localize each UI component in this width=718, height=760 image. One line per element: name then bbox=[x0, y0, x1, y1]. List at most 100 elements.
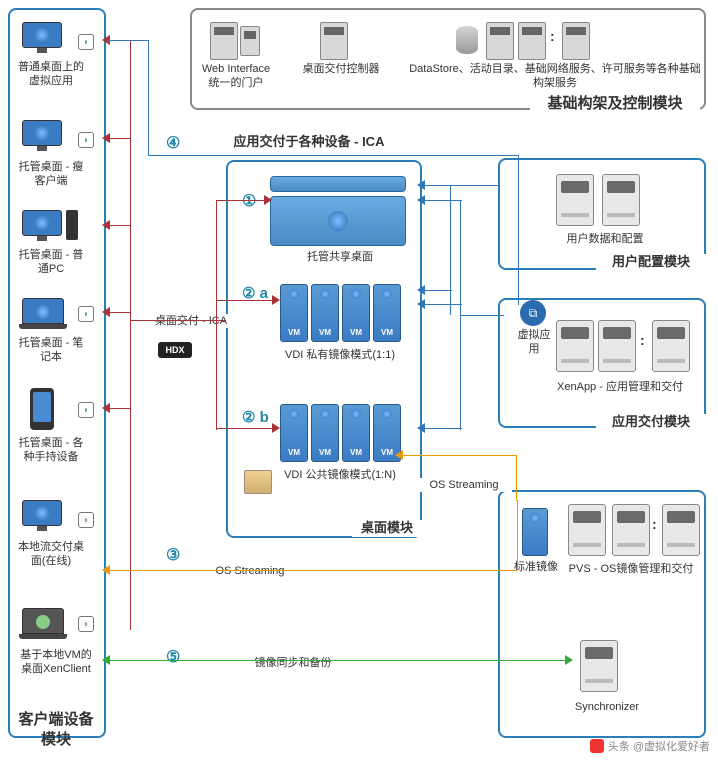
line bbox=[107, 138, 130, 139]
line bbox=[516, 455, 517, 501]
line bbox=[518, 155, 519, 305]
xenapp-label: XenApp - 应用管理和交付 bbox=[540, 380, 700, 394]
line bbox=[216, 428, 274, 429]
arrow-icon bbox=[97, 565, 110, 575]
line bbox=[216, 300, 274, 301]
client-item-3 bbox=[22, 298, 64, 324]
package-icon bbox=[244, 470, 272, 494]
arrow-icon bbox=[97, 307, 110, 317]
desktop-ica-label: 桌面交付 - ICA bbox=[136, 314, 246, 328]
client-item-5 bbox=[22, 500, 62, 526]
line bbox=[107, 312, 130, 313]
num-4: ④ bbox=[166, 134, 180, 155]
wifi-icon: ◗ bbox=[78, 34, 94, 50]
wifi-icon: ◗ bbox=[78, 402, 94, 418]
sync-label: Synchronizer bbox=[552, 700, 662, 714]
client-label-2: 托管桌面 - 普通PC bbox=[16, 248, 86, 277]
pvs-label: PVS - OS镜像管理和交付 bbox=[556, 562, 706, 576]
arrow-icon bbox=[390, 450, 403, 460]
user-cfg-label: 用户数据和配置 bbox=[550, 232, 660, 246]
ellipsis: : bbox=[652, 516, 657, 532]
client-label-1: 托管桌面 - 瘦客户端 bbox=[16, 160, 86, 189]
server-icon bbox=[598, 320, 636, 372]
hosted-label: 托管共享桌面 bbox=[290, 250, 390, 264]
vdi-public-label: VDI 公共镜像模式(1:N) bbox=[280, 468, 400, 482]
virt-app-label: 虚拟应用 bbox=[514, 328, 554, 357]
vdi-private-rack: VM VM VM VM bbox=[280, 284, 401, 342]
client-label-4: 托管桌面 - 各种手持设备 bbox=[16, 436, 86, 465]
vdi-public-rack: VM VM VM VM bbox=[280, 404, 401, 462]
line bbox=[107, 408, 130, 409]
server-icon bbox=[612, 504, 650, 556]
line bbox=[450, 185, 451, 315]
line bbox=[148, 155, 518, 156]
line bbox=[422, 304, 462, 305]
client-title: 客户端设备模块 bbox=[16, 710, 96, 749]
infra-label-2: DataStore、活动目录、基础网络服务、许可服务等各种基础构架服务 bbox=[408, 62, 702, 91]
arrow-icon bbox=[565, 655, 578, 665]
infra-srv-2 bbox=[518, 22, 546, 60]
line bbox=[107, 225, 130, 226]
server-icon bbox=[556, 320, 594, 372]
wifi-icon: ◗ bbox=[78, 132, 94, 148]
server-icon bbox=[652, 320, 690, 372]
wifi-icon: ◗ bbox=[78, 616, 94, 632]
infra-srv-1 bbox=[486, 22, 514, 60]
server-icon bbox=[568, 504, 606, 556]
web-interface-icon bbox=[210, 22, 238, 60]
client-label-3: 托管桌面 - 笔记本 bbox=[16, 336, 86, 365]
line bbox=[460, 200, 461, 430]
infra-title: 基础构架及控制模块 bbox=[530, 94, 700, 114]
client-label-0: 普通桌面上的虚拟应用 bbox=[16, 60, 86, 89]
desktop-module-title: 桌面模块 bbox=[352, 520, 422, 537]
ellipsis: : bbox=[640, 332, 645, 348]
server-icon bbox=[662, 504, 700, 556]
line bbox=[422, 428, 462, 429]
hosted-body bbox=[270, 196, 406, 246]
tower-icon bbox=[66, 210, 78, 240]
infra-label-1: 桌面交付控制器 bbox=[296, 62, 386, 76]
sync-server-icon bbox=[580, 640, 618, 692]
num-2b: ② b bbox=[242, 408, 269, 428]
line bbox=[130, 320, 226, 321]
infra-label-0a: Web Interface bbox=[196, 62, 276, 76]
client-item-1 bbox=[22, 120, 62, 146]
arrow-icon bbox=[97, 403, 110, 413]
client-item-2 bbox=[22, 210, 62, 236]
os-stream-label-2: OS Streaming bbox=[416, 478, 512, 492]
client-label-6: 基于本地VM的桌面XenClient bbox=[16, 648, 96, 677]
app-deliver-title: 应用交付模块 bbox=[596, 414, 706, 431]
vdi-private-label: VDI 私有镜像模式(1:1) bbox=[280, 348, 400, 362]
wifi-icon: ◗ bbox=[78, 512, 94, 528]
hdx-badge: HDX bbox=[158, 342, 192, 358]
desktop-ctrl-icon bbox=[320, 22, 348, 60]
arrow-icon bbox=[97, 655, 110, 665]
std-image-icon bbox=[522, 508, 548, 556]
arrow-icon bbox=[272, 423, 285, 433]
line bbox=[216, 200, 217, 430]
line bbox=[130, 40, 131, 630]
arrow-icon bbox=[412, 180, 425, 190]
ellipsis: : bbox=[550, 28, 555, 44]
num-3: ③ bbox=[166, 546, 180, 567]
line bbox=[107, 40, 148, 41]
line bbox=[107, 660, 567, 661]
wifi-icon: ◗ bbox=[78, 306, 94, 322]
web-interface-icon-2 bbox=[240, 26, 260, 56]
mirror-sync-label: 镜像同步和备份 bbox=[238, 656, 348, 670]
client-label-5: 本地流交付桌面(在线) bbox=[16, 540, 86, 569]
line bbox=[422, 290, 452, 291]
arrow-icon bbox=[97, 133, 110, 143]
datastore-icon bbox=[456, 26, 478, 54]
os-stream-label: OS Streaming bbox=[200, 564, 300, 578]
line bbox=[422, 200, 462, 201]
arrow-icon bbox=[412, 195, 425, 205]
client-item-4 bbox=[30, 388, 54, 430]
line bbox=[460, 315, 504, 316]
arrow-icon bbox=[264, 195, 277, 205]
arrow-icon bbox=[412, 423, 425, 433]
line bbox=[216, 200, 266, 201]
line bbox=[422, 185, 498, 186]
line bbox=[148, 40, 149, 155]
line bbox=[400, 455, 516, 456]
